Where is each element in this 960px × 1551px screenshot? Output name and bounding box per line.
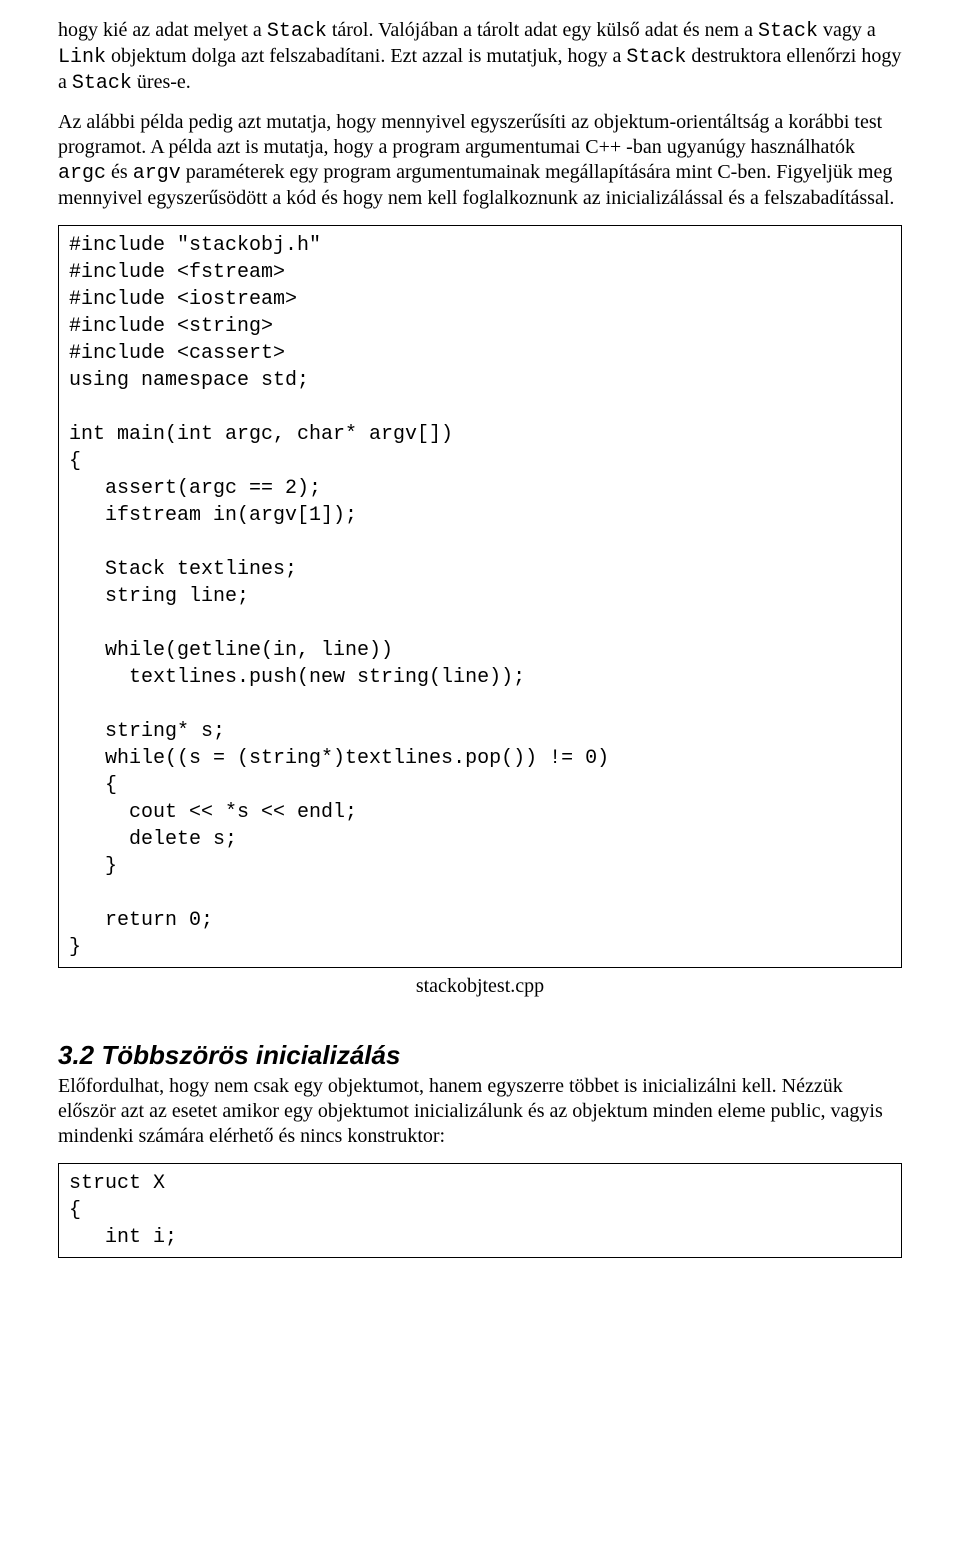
code-caption-1: stackobjtest.cpp xyxy=(58,974,902,999)
inline-code: Link xyxy=(58,46,106,69)
text: Az alábbi példa pedig azt mutatja, hogy … xyxy=(58,111,882,158)
text: hogy kié az adat melyet a xyxy=(58,19,267,41)
inline-code: Stack xyxy=(626,46,686,69)
text: paraméterek egy program argumentumainak … xyxy=(58,161,894,209)
paragraph-1: hogy kié az adat melyet a Stack tárol. V… xyxy=(58,18,902,96)
text: üres-e. xyxy=(132,71,191,93)
paragraph-3: Előfordulhat, hogy nem csak egy objektum… xyxy=(58,1074,902,1149)
inline-code: Stack xyxy=(758,20,818,43)
inline-code: argc xyxy=(58,162,106,185)
paragraph-2: Az alábbi példa pedig azt mutatja, hogy … xyxy=(58,110,902,211)
text: tárol. Valójában a tárolt adat egy külső… xyxy=(327,19,758,41)
text: és xyxy=(106,161,133,183)
inline-code: Stack xyxy=(72,72,132,95)
text: vagy a xyxy=(818,19,876,41)
code-listing-1: #include "stackobj.h" #include <fstream>… xyxy=(58,225,902,968)
code-listing-2: struct X { int i; xyxy=(58,1163,902,1258)
section-heading: 3.2 Többszörös inicializálás xyxy=(58,1039,902,1072)
inline-code: Stack xyxy=(267,20,327,43)
text: objektum dolga azt felszabadítani. Ezt a… xyxy=(106,45,626,67)
inline-code: argv xyxy=(133,162,181,185)
